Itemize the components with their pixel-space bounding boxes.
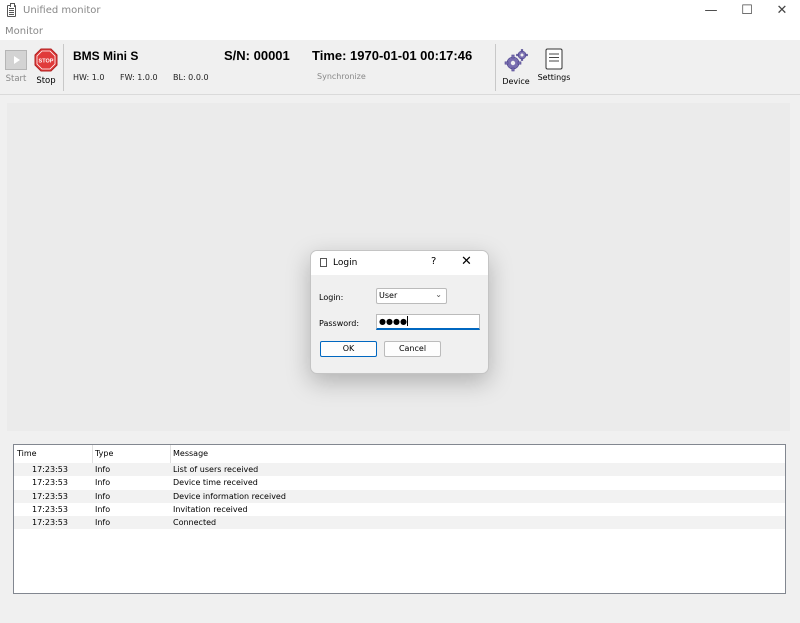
password-field[interactable]: ●●●● xyxy=(376,314,480,330)
clipboard-icon xyxy=(320,258,327,267)
login-dialog: Login ? ✕ Login: User ⌄ Password: ●●●● O… xyxy=(310,250,489,374)
log-time: 17:23:53 xyxy=(32,491,68,501)
device-name: BMS Mini S xyxy=(73,49,139,63)
svg-text:STOP: STOP xyxy=(39,59,54,65)
password-label: Password: xyxy=(319,319,360,328)
device-button[interactable]: Device xyxy=(500,48,532,86)
text-caret xyxy=(406,316,408,326)
log-message: Device information received xyxy=(173,491,286,501)
minimize-button[interactable]: — xyxy=(693,0,729,24)
log-header: Time Type Message xyxy=(14,445,785,463)
log-row[interactable]: 17:23:53 Info Invitation received xyxy=(14,503,785,516)
close-window-button[interactable]: ✕ xyxy=(764,0,800,24)
ok-button[interactable]: OK xyxy=(320,341,377,357)
dialog-title: Login xyxy=(333,258,358,268)
column-divider[interactable] xyxy=(170,445,171,463)
log-time: 17:23:53 xyxy=(32,465,68,474)
stop-button[interactable]: STOP Stop xyxy=(31,48,61,86)
column-header-message[interactable]: Message xyxy=(173,449,208,458)
bl-version: BL: 0.0.0 xyxy=(173,73,209,82)
log-message: Invitation received xyxy=(173,504,248,514)
settings-button[interactable]: Settings xyxy=(536,48,572,82)
menu-bar: Monitor xyxy=(0,24,800,40)
clipboard-icon xyxy=(7,3,16,17)
log-rows: 17:23:53 Info List of users received 17:… xyxy=(14,463,785,530)
log-row[interactable]: 17:23:53 Info Device time received xyxy=(14,476,785,489)
log-message: Connected xyxy=(173,518,217,528)
login-select[interactable]: User ⌄ xyxy=(376,288,447,304)
log-time: 17:23:53 xyxy=(32,504,68,514)
log-message: Device time received xyxy=(173,478,258,488)
title-bar: Unified monitor — ☐ ✕ xyxy=(0,0,800,24)
column-divider[interactable] xyxy=(92,445,93,463)
chevron-down-icon: ⌄ xyxy=(435,290,442,299)
toolbar-divider xyxy=(495,44,496,91)
login-value: User xyxy=(379,291,398,300)
start-label: Start xyxy=(5,74,27,84)
log-row[interactable]: 17:23:53 Info Connected xyxy=(14,516,785,530)
column-header-type[interactable]: Type xyxy=(95,449,113,458)
log-type: Info xyxy=(95,478,111,488)
cancel-button[interactable]: Cancel xyxy=(384,341,441,357)
log-time: 17:23:53 xyxy=(32,518,68,528)
log-row[interactable]: 17:23:53 Info Device information receive… xyxy=(14,489,785,503)
synchronize-button[interactable]: Synchronize xyxy=(317,72,366,81)
hw-version: HW: 1.0 xyxy=(73,73,105,82)
window-title: Unified monitor xyxy=(23,5,101,16)
device-time: Time: 1970-01-01 00:17:46 xyxy=(312,48,473,63)
password-value: ●●●● xyxy=(379,317,407,326)
help-button[interactable]: ? xyxy=(431,256,436,267)
log-type: Info xyxy=(95,518,111,528)
log-table[interactable]: Time Type Message 17:23:53 Info List of … xyxy=(13,444,786,594)
document-icon xyxy=(545,48,563,70)
settings-label: Settings xyxy=(537,73,571,82)
log-message: List of users received xyxy=(173,465,259,474)
serial-number: S/N: 00001 xyxy=(224,48,290,63)
log-type: Info xyxy=(95,504,111,514)
log-row[interactable]: 17:23:53 Info List of users received xyxy=(14,463,785,477)
start-button[interactable]: Start xyxy=(1,48,31,84)
maximize-button[interactable]: ☐ xyxy=(729,0,765,24)
toolbar-divider xyxy=(63,44,64,91)
login-label: Login: xyxy=(319,293,344,302)
log-time: 17:23:53 xyxy=(32,478,68,488)
dialog-close-button[interactable]: ✕ xyxy=(461,254,472,269)
play-icon xyxy=(5,50,27,70)
toolbar: Start STOP Stop BMS Mini S HW: 1.0 FW: 1… xyxy=(0,40,800,95)
gears-icon xyxy=(504,49,528,72)
device-label: Device xyxy=(502,77,530,86)
stop-label: Stop xyxy=(36,76,56,86)
column-header-time[interactable]: Time xyxy=(17,449,37,458)
dialog-header: Login ? ✕ xyxy=(311,251,488,275)
menu-item-monitor[interactable]: Monitor xyxy=(5,26,43,37)
fw-version: FW: 1.0.0 xyxy=(120,73,158,82)
log-type: Info xyxy=(95,465,111,474)
stop-sign-icon: STOP xyxy=(34,48,58,72)
log-type: Info xyxy=(95,491,111,501)
